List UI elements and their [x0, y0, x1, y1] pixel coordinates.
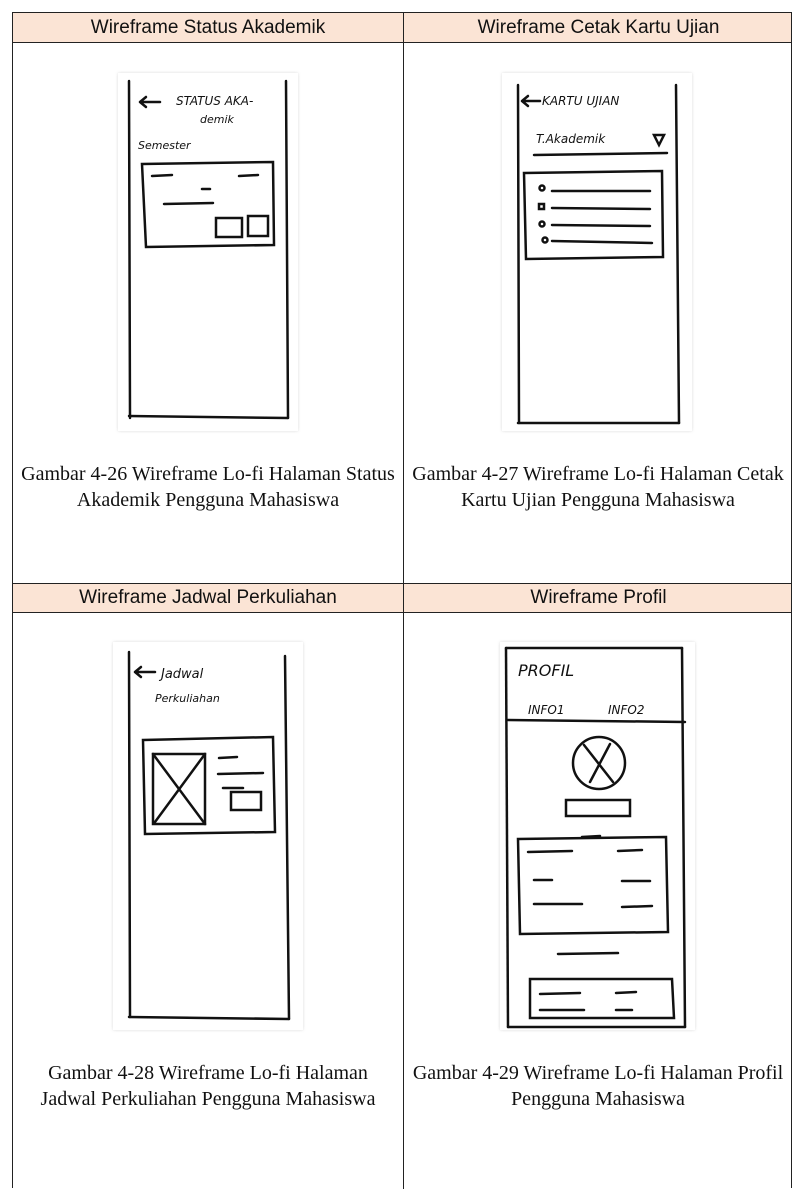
- sketch-status-title-1: STATUS AKA-: [176, 94, 253, 108]
- column-divider: [403, 13, 404, 1189]
- sketch-jadwal-title-1: Jadwal: [158, 667, 204, 682]
- caption-fig-27: Gambar 4-27 Wireframe Lo-fi Halaman Ceta…: [412, 463, 784, 511]
- header-profil: Wireframe Profil: [530, 587, 667, 608]
- sketch-jadwal-title-2: Perkuliahan: [155, 692, 220, 705]
- header-status-akademik: Wireframe Status Akademik: [90, 16, 326, 38]
- sketch-profil-tab-2: INFO2: [608, 703, 645, 717]
- sketch-status-title-2: demik: [200, 113, 235, 126]
- sketch-profil-title: PROFIL: [518, 661, 574, 680]
- wireframe-table: Wireframe Status Akademik Wireframe Ceta…: [12, 12, 792, 1189]
- caption-fig-26: Gambar 4-26 Wireframe Lo-fi Halaman Stat…: [21, 463, 395, 511]
- caption-fig-29: Gambar 4-29 Wireframe Lo-fi Halaman Prof…: [412, 1062, 784, 1110]
- sketch-profil: PROFIL INFO1 INFO2: [500, 642, 695, 1030]
- header-row-1: Wireframe Status Akademik Wireframe Ceta…: [13, 13, 791, 43]
- header-jadwal: Wireframe Jadwal Perkuliahan: [79, 587, 337, 608]
- sketch-status-akademik: STATUS AKA- demik Semester: [118, 73, 298, 431]
- header-row-2: Wireframe Jadwal Perkuliahan Wireframe P…: [13, 583, 791, 613]
- sketch-kartu-dropdown: T.Akademik: [536, 132, 606, 146]
- sketch-status-semester: Semester: [138, 139, 192, 152]
- sketch-cetak-kartu: KARTU UJIAN T.Akademik: [502, 73, 692, 431]
- header-cetak-kartu: Wireframe Cetak Kartu Ujian: [477, 16, 720, 38]
- sketch-jadwal: Jadwal Perkuliahan: [113, 642, 303, 1030]
- sketch-profil-tab-1: INFO1: [528, 703, 565, 717]
- caption-fig-28: Gambar 4-28 Wireframe Lo-fi Halaman Jadw…: [40, 1062, 376, 1110]
- sketch-kartu-title: KARTU UJIAN: [542, 94, 619, 108]
